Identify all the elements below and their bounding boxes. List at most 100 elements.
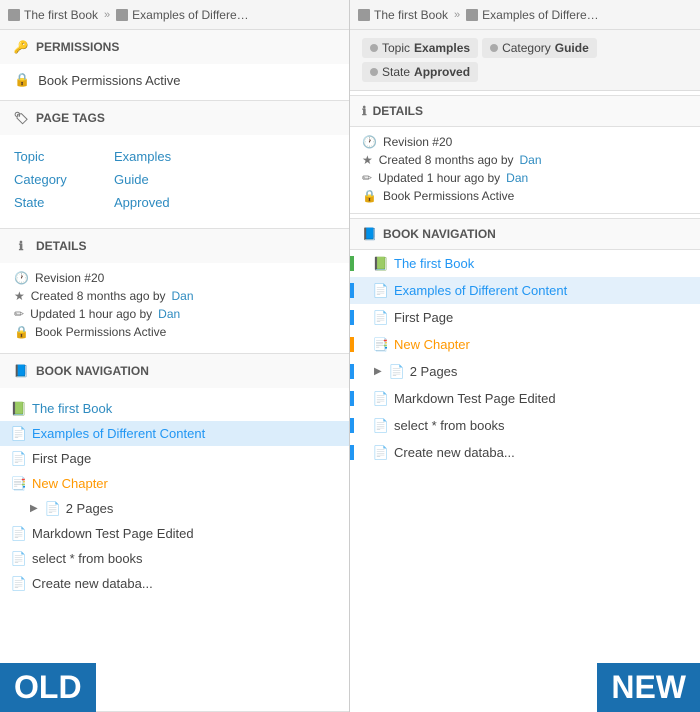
- tag-pill-state-value: Approved: [414, 65, 470, 79]
- right-nav-create-text: Create new databa...: [394, 445, 692, 460]
- created-text: Created 8 months ago by: [31, 289, 166, 303]
- tag-pill-category-label: Category: [502, 41, 551, 55]
- left-book-nav-section: 📘 BOOK NAVIGATION 📗 The first Book 📄 Exa…: [0, 354, 349, 712]
- left-breadcrumb: The first Book » Examples of Different .…: [0, 0, 349, 30]
- left-nav-chapter[interactable]: 📑 New Chapter: [0, 471, 349, 496]
- right-tag-category[interactable]: Category Guide: [482, 38, 597, 58]
- right-nav-markdown-text: Markdown Test Page Edited: [394, 391, 692, 406]
- right-nav-first-page-icon: 📄: [374, 311, 388, 325]
- left-nav-first-page-text: First Page: [32, 451, 91, 466]
- right-book-nav-list: 📗 The first Book 📄 Examples of Different…: [350, 250, 700, 712]
- right-perm-text: Book Permissions Active: [383, 189, 514, 203]
- right-nav-chapter[interactable]: 📑 New Chapter: [350, 331, 700, 358]
- tag-value-category[interactable]: Guide: [114, 172, 149, 187]
- right-nav-markdown[interactable]: 📄 Markdown Test Page Edited: [350, 385, 700, 412]
- left-breadcrumb-sep: »: [104, 9, 110, 21]
- right-created-text: Created 8 months ago by: [379, 153, 514, 167]
- right-nav-chapter-text: New Chapter: [394, 337, 692, 352]
- sub-border: [350, 364, 354, 379]
- right-revision-icon: 🕐: [362, 135, 377, 149]
- right-nav-markdown-icon: 📄: [374, 392, 388, 406]
- left-nav-first-page[interactable]: 📄 First Page: [0, 446, 349, 471]
- tag-key-state[interactable]: State: [14, 195, 114, 210]
- left-nav-markdown[interactable]: 📄 Markdown Test Page Edited: [0, 521, 349, 546]
- left-breadcrumb-book[interactable]: The first Book: [24, 8, 98, 22]
- right-nav-create[interactable]: 📄 Create new databa...: [350, 439, 700, 466]
- permissions-item-text: Book Permissions Active: [38, 73, 180, 88]
- right-breadcrumb-book-icon: [358, 9, 370, 21]
- left-details-content: 🕐 Revision #20 ★ Created 8 months ago by…: [0, 263, 349, 353]
- created-by-link[interactable]: Dan: [172, 289, 194, 303]
- permissions-title: PERMISSIONS: [36, 40, 119, 54]
- pencil-icon: ✏: [14, 307, 24, 321]
- right-tag-topic[interactable]: Topic Examples: [362, 38, 478, 58]
- right-nav-active-page[interactable]: 📄 Examples of Different Content: [350, 277, 700, 304]
- left-nav-markdown-text: Markdown Test Page Edited: [32, 526, 194, 541]
- right-revision-row: 🕐 Revision #20: [362, 135, 688, 149]
- right-nav-chapter-icon: 📑: [374, 338, 388, 352]
- left-nav-sql-text: select * from books: [32, 551, 143, 566]
- tag-value-topic[interactable]: Examples: [114, 149, 171, 164]
- left-book-nav-header: 📘 BOOK NAVIGATION: [0, 354, 349, 388]
- left-nav-create[interactable]: 📄 Create new databa...: [0, 571, 349, 596]
- right-breadcrumb-page[interactable]: Examples of Different ...: [482, 8, 602, 22]
- updated-by-link[interactable]: Dan: [158, 307, 180, 321]
- right-nav-sql-icon: 📄: [374, 419, 388, 433]
- left-nav-active-page[interactable]: 📄 Examples of Different Content: [0, 421, 349, 446]
- right-expand-icon: ▶: [374, 366, 382, 377]
- left-nav-sub[interactable]: ▶ 📄 2 Pages: [0, 496, 349, 521]
- right-nav-active-text: Examples of Different Content: [394, 283, 692, 298]
- first-page-border: [350, 310, 354, 325]
- right-details-content: 🕐 Revision #20 ★ Created 8 months ago by…: [350, 127, 700, 214]
- tag-pill-topic-label: Topic: [382, 41, 410, 55]
- tag-dot-topic: [370, 44, 378, 52]
- left-nav-active-text: Examples of Different Content: [32, 426, 205, 441]
- right-created-row: ★ Created 8 months ago by Dan: [362, 153, 688, 167]
- left-nav-book[interactable]: 📗 The first Book: [0, 396, 349, 421]
- old-badge: OLD: [0, 663, 96, 712]
- tag-icon: 🏷: [14, 111, 28, 125]
- tag-row-category: Category Guide: [14, 168, 335, 191]
- right-nav-first-page[interactable]: 📄 First Page: [350, 304, 700, 331]
- key-icon: 🔑: [14, 40, 28, 54]
- right-details-section: ℹ DETAILS 🕐 Revision #20 ★ Created 8 mon…: [350, 91, 700, 214]
- left-nav-sql-icon: 📄: [12, 552, 26, 566]
- book-nav-icon: 📘: [14, 364, 28, 378]
- right-info-icon: ℹ: [362, 104, 367, 118]
- active-page-border: [350, 283, 354, 298]
- left-details-header: ℹ DETAILS: [0, 229, 349, 263]
- revision-icon: 🕐: [14, 271, 29, 285]
- right-perm-lock-icon: 🔒: [362, 189, 377, 203]
- perm-lock-icon: 🔒: [14, 325, 29, 339]
- right-tag-state[interactable]: State Approved: [362, 62, 478, 82]
- page-tags-title: PAGE TAGS: [36, 111, 105, 125]
- tag-row-topic: Topic Examples: [14, 145, 335, 168]
- breadcrumb-page-icon: [116, 9, 128, 21]
- left-breadcrumb-page[interactable]: Examples of Different ...: [132, 8, 252, 22]
- permissions-header: 🔑 PERMISSIONS: [0, 30, 349, 64]
- right-revision-text: Revision #20: [383, 135, 452, 149]
- right-pencil-icon: ✏: [362, 171, 372, 185]
- left-book-nav-title: BOOK NAVIGATION: [36, 364, 149, 378]
- right-nav-page-icon-active: 📄: [374, 284, 388, 298]
- right-updated-text: Updated 1 hour ago by: [378, 171, 500, 185]
- permissions-item[interactable]: 🔒 Book Permissions Active: [0, 64, 349, 100]
- tag-value-state[interactable]: Approved: [114, 195, 170, 210]
- right-nav-sql[interactable]: 📄 select * from books: [350, 412, 700, 439]
- right-created-by-link[interactable]: Dan: [520, 153, 542, 167]
- left-nav-book-icon: 📗: [12, 402, 26, 416]
- right-nav-book-icon: 📗: [374, 257, 388, 271]
- tag-key-category[interactable]: Category: [14, 172, 114, 187]
- tag-row-state: State Approved: [14, 191, 335, 214]
- perm-row: 🔒 Book Permissions Active: [14, 325, 335, 339]
- right-nav-sub[interactable]: ▶ 📄 2 Pages: [350, 358, 700, 385]
- left-nav-sql[interactable]: 📄 select * from books: [0, 546, 349, 571]
- right-breadcrumb-book[interactable]: The first Book: [374, 8, 448, 22]
- right-nav-book[interactable]: 📗 The first Book: [350, 250, 700, 277]
- tag-key-topic[interactable]: Topic: [14, 149, 114, 164]
- right-updated-by-link[interactable]: Dan: [506, 171, 528, 185]
- right-star-icon: ★: [362, 153, 373, 167]
- tag-dot-state: [370, 68, 378, 76]
- left-nav-markdown-icon: 📄: [12, 527, 26, 541]
- revision-row: 🕐 Revision #20: [14, 271, 335, 285]
